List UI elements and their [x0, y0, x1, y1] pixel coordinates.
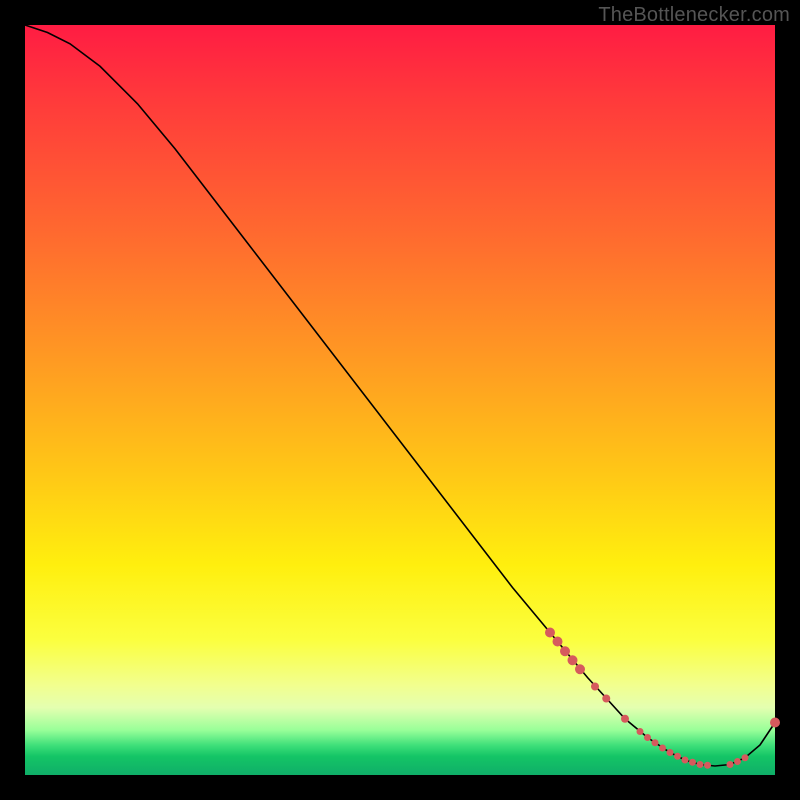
bottleneck-curve — [25, 25, 775, 766]
data-markers — [545, 628, 780, 769]
data-marker — [704, 762, 711, 769]
data-marker — [770, 718, 780, 728]
data-marker — [674, 753, 681, 760]
data-marker — [697, 761, 704, 768]
data-marker — [575, 664, 585, 674]
data-marker — [553, 637, 563, 647]
data-marker — [652, 739, 659, 746]
watermark-text: TheBottlenecker.com — [598, 4, 790, 27]
curve-svg — [25, 25, 775, 775]
data-marker — [568, 655, 578, 665]
data-marker — [602, 695, 610, 703]
data-marker — [659, 745, 666, 752]
data-marker — [742, 754, 749, 761]
data-marker — [727, 761, 734, 768]
chart-container: TheBottlenecker.com — [0, 0, 800, 800]
data-marker — [621, 715, 629, 723]
data-marker — [667, 749, 674, 756]
data-marker — [689, 759, 696, 766]
data-marker — [545, 628, 555, 638]
data-marker — [682, 757, 689, 764]
data-marker — [734, 758, 741, 765]
plot-area — [25, 25, 775, 775]
data-marker — [644, 734, 651, 741]
data-marker — [560, 646, 570, 656]
data-marker — [591, 683, 599, 691]
data-marker — [637, 728, 644, 735]
